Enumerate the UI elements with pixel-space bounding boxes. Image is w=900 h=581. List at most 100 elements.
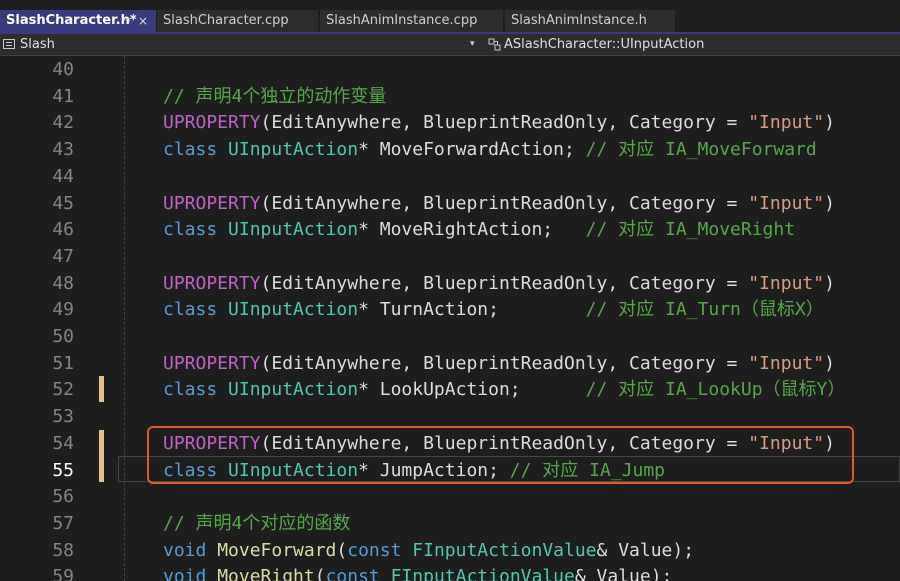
code-token: ) [824, 273, 835, 294]
close-tab-icon[interactable]: × [138, 10, 148, 32]
project-icon [3, 39, 15, 49]
code-token: FInputActionValue [390, 566, 575, 581]
code-token: // 对应 IA_Turn（鼠标X） [585, 299, 824, 320]
line-number: 55 [52, 460, 74, 481]
code-token: UPROPERTY [163, 193, 261, 214]
change-marker [99, 430, 104, 482]
code-token: UInputAction [228, 299, 359, 320]
navigation-bar: Slash ▾ ASlashCharacter::UInputAction [0, 34, 900, 56]
line-number: 59 [52, 566, 74, 581]
code-token: UInputAction [228, 139, 359, 160]
indent-guide [124, 56, 125, 581]
code-token: FInputActionValue [412, 540, 597, 561]
code-token: class [163, 299, 229, 320]
code-token: const [347, 540, 413, 561]
code-line[interactable]: // 声明4个对应的函数 [163, 511, 350, 537]
code-line[interactable]: // 声明4个独立的动作变量 [163, 84, 386, 110]
code-token: (EditAnywhere, BlueprintReadOnly, Catego… [260, 353, 749, 374]
tab-slashcharacter-cpp[interactable]: SlashCharacter.cpp [157, 10, 318, 32]
code-line[interactable]: UPROPERTY(EditAnywhere, BlueprintReadOnl… [163, 110, 835, 136]
code-token: UInputAction [228, 379, 359, 400]
tab-label: SlashCharacter.cpp [163, 13, 289, 28]
code-token: & Value); [596, 540, 695, 561]
line-number: 46 [52, 219, 74, 240]
line-number: 58 [52, 540, 74, 561]
line-number: 43 [52, 139, 74, 160]
code-token: class [163, 379, 229, 400]
line-number: 48 [52, 273, 74, 294]
code-token: (EditAnywhere, BlueprintReadOnly, Catego… [260, 112, 749, 133]
code-token: class [163, 139, 229, 160]
line-number: 40 [52, 59, 74, 80]
class-member-icon [488, 38, 501, 51]
tab-slashaniminstance-h[interactable]: SlashAnimInstance.h [505, 10, 675, 32]
code-line[interactable]: class UInputAction* LookUpAction; // 对应 … [163, 377, 845, 403]
code-token: & Value); [574, 566, 673, 581]
line-number: 51 [52, 353, 74, 374]
code-token: (EditAnywhere, BlueprintReadOnly, Catego… [260, 273, 749, 294]
tab-label: SlashCharacter.h* [6, 13, 137, 28]
chevron-down-icon: ▾ [470, 39, 475, 49]
line-number: 47 [52, 246, 74, 267]
code-token: "Input" [748, 353, 825, 374]
line-number: 54 [52, 433, 74, 454]
code-line[interactable]: class UInputAction* TurnAction; // 对应 IA… [163, 297, 824, 323]
code-token: "Input" [748, 273, 825, 294]
code-line[interactable]: void MoveForward(const FInputActionValue… [163, 538, 694, 564]
line-number: 44 [52, 166, 74, 187]
code-line[interactable]: class UInputAction* MoveForwardAction; /… [163, 137, 817, 163]
line-number: 53 [52, 406, 74, 427]
code-token: // 对应 IA_LookUp（鼠标Y） [585, 379, 846, 400]
code-token: * LookUpAction; [358, 379, 586, 400]
line-number: 42 [52, 112, 74, 133]
code-line[interactable]: UPROPERTY(EditAnywhere, BlueprintReadOnl… [163, 351, 835, 377]
code-token: * MoveForwardAction; [358, 139, 586, 160]
code-token: const [325, 566, 391, 581]
code-token: ) [824, 353, 835, 374]
code-line[interactable]: void MoveRight(const FInputActionValue& … [163, 564, 672, 581]
code-token: // 对应 IA_MoveForward [585, 139, 817, 160]
code-token: * MoveRightAction; [358, 219, 586, 240]
code-line[interactable]: class UInputAction* MoveRightAction; // … [163, 217, 795, 243]
code-token: UPROPERTY [163, 273, 261, 294]
line-number: 52 [52, 379, 74, 400]
code-token: ( [314, 566, 326, 581]
line-number: 56 [52, 486, 74, 507]
pin-tab-icon[interactable]: ⇥ [122, 10, 130, 32]
line-number: 49 [52, 299, 74, 320]
code-token: void [163, 566, 218, 581]
code-line[interactable]: UPROPERTY(EditAnywhere, BlueprintReadOnl… [163, 191, 835, 217]
glyph-margin [0, 56, 18, 581]
tab-slashaniminstance-cpp[interactable]: SlashAnimInstance.cpp [320, 10, 503, 32]
code-token: // 声明4个独立的动作变量 [163, 86, 387, 107]
member-name: ASlashCharacter::UInputAction [504, 37, 705, 52]
code-editor[interactable]: // 声明4个独立的动作变量 UPROPERTY(EditAnywhere, Bl… [0, 56, 900, 581]
code-token: (EditAnywhere, BlueprintReadOnly, Catego… [260, 193, 749, 214]
code-token: ) [824, 193, 835, 214]
code-token: // 声明4个对应的函数 [163, 513, 351, 534]
line-number: 50 [52, 326, 74, 347]
change-marker [99, 376, 104, 402]
code-token: // 对应 IA_MoveRight [585, 219, 796, 240]
code-token: class [163, 219, 229, 240]
tab-label: SlashAnimInstance.cpp [326, 13, 478, 28]
line-number: 41 [52, 86, 74, 107]
code-token: MoveRight [217, 566, 315, 581]
code-token: MoveForward [217, 540, 337, 561]
code-token: UInputAction [228, 219, 359, 240]
code-token: void [163, 540, 218, 561]
project-name: Slash [20, 37, 55, 52]
code-token: * TurnAction; [358, 299, 586, 320]
code-token: UPROPERTY [163, 353, 261, 374]
line-number: 57 [52, 513, 74, 534]
code-token: ) [824, 112, 835, 133]
line-number: 45 [52, 193, 74, 214]
code-line[interactable]: UPROPERTY(EditAnywhere, BlueprintReadOnl… [163, 271, 835, 297]
tab-slashcharacter-h[interactable]: SlashCharacter.h* ⇥ × [0, 10, 156, 32]
code-token: UPROPERTY [163, 112, 261, 133]
code-token: "Input" [748, 193, 825, 214]
member-dropdown[interactable]: ASlashCharacter::UInputAction [484, 34, 900, 55]
code-token: "Input" [748, 112, 825, 133]
project-dropdown[interactable]: Slash ▾ [0, 34, 482, 55]
tab-label: SlashAnimInstance.h [511, 13, 647, 28]
